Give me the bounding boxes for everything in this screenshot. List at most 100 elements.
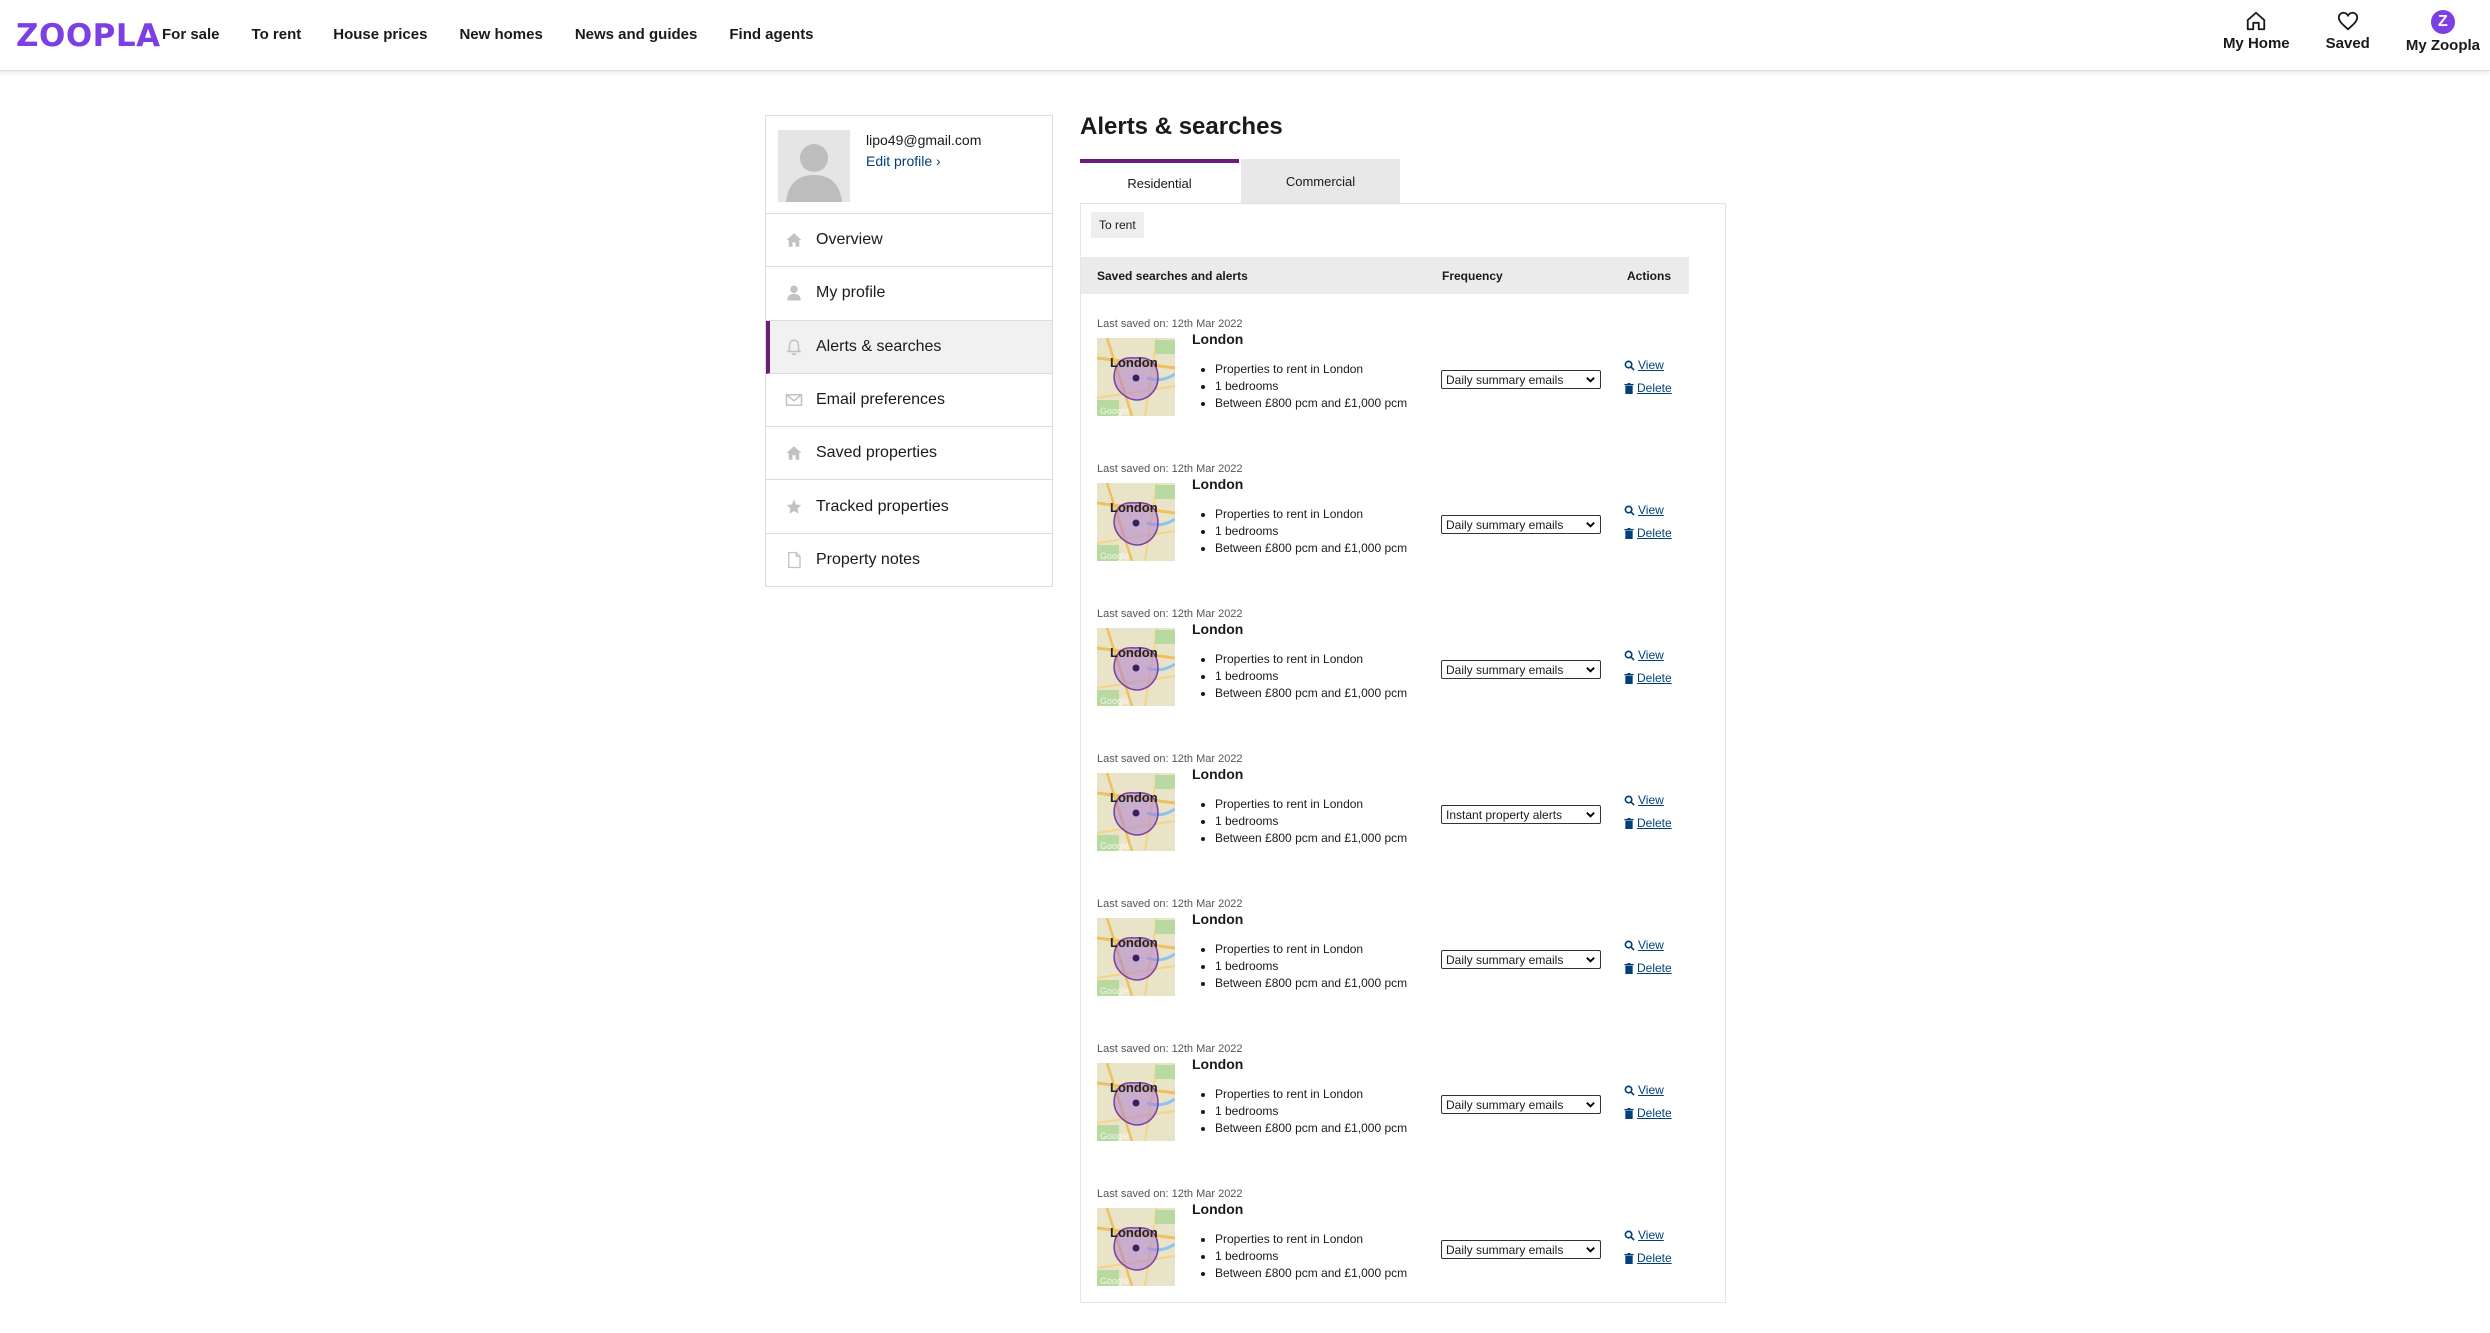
my-zoopla-label: My Zoopla [2405, 37, 2480, 54]
map-label: London [1110, 790, 1158, 805]
my-zoopla-link[interactable]: Z My Zoopla [2406, 10, 2480, 54]
nav-house-prices[interactable]: House prices [333, 26, 427, 43]
frequency-select[interactable]: Daily summary emails [1441, 660, 1601, 679]
sidebar-item-tracked-properties[interactable]: Tracked properties [766, 480, 1052, 534]
view-search-link[interactable]: View [1624, 1228, 1664, 1242]
sidebar-item-property-notes[interactable]: Property notes [766, 534, 1052, 587]
delete-search-link[interactable]: Delete [1624, 1251, 1672, 1265]
avatar-placeholder-icon [778, 130, 850, 202]
view-search-link[interactable]: View [1624, 358, 1664, 372]
criteria-item: Properties to rent in London [1215, 941, 1407, 958]
delete-search-link[interactable]: Delete [1624, 1106, 1672, 1120]
nav-for-sale[interactable]: For sale [162, 26, 220, 43]
delete-search-link[interactable]: Delete [1624, 671, 1672, 685]
view-label: View [1638, 793, 1664, 807]
frequency-select[interactable]: Daily summary emails [1441, 370, 1601, 389]
search-criteria-list: Properties to rent in London1 bedroomsBe… [1191, 651, 1407, 702]
delete-search-link[interactable]: Delete [1624, 526, 1672, 540]
view-label: View [1638, 938, 1664, 952]
table-row: Last saved on: 12th Mar 2022 London London… [1081, 753, 1689, 898]
sidebar-item-overview[interactable]: Overview [766, 214, 1052, 268]
nav-news-and-guides[interactable]: News and guides [575, 26, 698, 43]
chevron-down-icon [1586, 957, 1595, 963]
trash-icon [1624, 382, 1634, 394]
delete-label: Delete [1637, 526, 1672, 540]
zoopla-badge-icon: Z [2430, 10, 2455, 34]
search-criteria-list: Properties to rent in London1 bedroomsBe… [1191, 941, 1407, 992]
delete-search-link[interactable]: Delete [1624, 381, 1672, 395]
delete-search-link[interactable]: Delete [1624, 961, 1672, 975]
search-criteria-list: Properties to rent in London1 bedroomsBe… [1191, 1231, 1407, 1282]
zoopla-logo[interactable]: ZOOPLA [16, 18, 161, 54]
sidebar-item-alerts-searches[interactable]: Alerts & searches [766, 320, 1052, 374]
search-criteria-list: Properties to rent in London1 bedroomsBe… [1191, 1086, 1407, 1137]
nav-find-agents[interactable]: Find agents [729, 26, 813, 43]
view-search-link[interactable]: View [1624, 648, 1664, 662]
nav-to-rent[interactable]: To rent [252, 26, 302, 43]
sidebar-item-email-preferences[interactable]: Email preferences [766, 374, 1052, 428]
saved-link[interactable]: Saved [2326, 10, 2370, 52]
delete-label: Delete [1637, 1251, 1672, 1265]
last-saved-date: Last saved on: 12th Mar 2022 [1097, 898, 1243, 910]
site-header: ZOOPLA For sale To rent House prices New… [0, 0, 2490, 71]
delete-label: Delete [1637, 1106, 1672, 1120]
sidebar-item-label: Overview [816, 231, 883, 249]
frequency-value: Daily summary emails [1446, 1097, 1564, 1112]
view-label: View [1638, 648, 1664, 662]
view-label: View [1638, 1228, 1664, 1242]
criteria-item: 1 bedrooms [1215, 1248, 1407, 1265]
last-saved-date: Last saved on: 12th Mar 2022 [1097, 318, 1243, 330]
page-title: Alerts & searches [1080, 113, 1283, 140]
search-criteria-list: Properties to rent in London1 bedroomsBe… [1191, 361, 1407, 412]
criteria-item: Between £800 pcm and £1,000 pcm [1215, 975, 1407, 992]
sidebar-item-my-profile[interactable]: My profile [766, 267, 1052, 321]
frequency-select[interactable]: Daily summary emails [1441, 1095, 1601, 1114]
frequency-select[interactable]: Daily summary emails [1441, 950, 1601, 969]
frequency-value: Instant property alerts [1446, 807, 1563, 822]
sidebar-item-saved-properties[interactable]: Saved properties [766, 427, 1052, 481]
trash-icon [1624, 817, 1634, 829]
criteria-item: Between £800 pcm and £1,000 pcm [1215, 830, 1407, 847]
column-header-frequency: Frequency [1442, 269, 1503, 283]
magnifier-icon [1624, 1230, 1635, 1241]
table-row: Last saved on: 12th Mar 2022 London London… [1081, 608, 1689, 753]
house-icon [2247, 11, 2266, 31]
delete-search-link[interactable]: Delete [1624, 816, 1672, 830]
delete-label: Delete [1637, 671, 1672, 685]
my-home-link[interactable]: My Home [2223, 10, 2290, 52]
delete-label: Delete [1637, 961, 1672, 975]
map-label: London [1110, 1080, 1158, 1095]
map-image: London Google [1097, 918, 1175, 996]
chevron-down-icon [1586, 377, 1595, 383]
sidebar-item-label: Property notes [816, 551, 921, 569]
criteria-item: Properties to rent in London [1215, 1086, 1407, 1103]
svg-text:Google: Google [1100, 986, 1129, 996]
last-saved-date: Last saved on: 12th Mar 2022 [1097, 463, 1243, 475]
tab-residential[interactable]: Residential [1080, 159, 1239, 203]
table-row: Last saved on: 12th Mar 2022 London London… [1081, 898, 1689, 1043]
column-header-searches: Saved searches and alerts [1097, 269, 1248, 283]
main-nav: For sale To rent House prices New homes … [162, 26, 846, 43]
view-search-link[interactable]: View [1624, 793, 1664, 807]
sidebar-item-label: Alerts & searches [816, 337, 942, 355]
nav-new-homes[interactable]: New homes [459, 26, 542, 43]
search-title: London [1192, 1201, 1244, 1217]
criteria-item: 1 bedrooms [1215, 378, 1407, 395]
search-title: London [1192, 331, 1244, 347]
bell-icon [785, 338, 803, 356]
criteria-item: 1 bedrooms [1215, 958, 1407, 975]
view-search-link[interactable]: View [1624, 1083, 1664, 1097]
my-home-label: My Home [2222, 35, 2290, 52]
edit-profile-link[interactable]: Edit profile › [866, 153, 941, 169]
magnifier-icon [1624, 360, 1635, 371]
map-image: London Google [1097, 628, 1175, 706]
frequency-select[interactable]: Instant property alerts [1441, 805, 1601, 824]
tab-commercial[interactable]: Commercial [1241, 159, 1400, 203]
person-icon [785, 284, 803, 302]
frequency-select[interactable]: Daily summary emails [1441, 1240, 1601, 1259]
frequency-select[interactable]: Daily summary emails [1441, 515, 1601, 534]
magnifier-icon [1624, 505, 1635, 516]
view-search-link[interactable]: View [1624, 503, 1664, 517]
subtab-to-rent[interactable]: To rent [1091, 212, 1144, 238]
view-search-link[interactable]: View [1624, 938, 1664, 952]
